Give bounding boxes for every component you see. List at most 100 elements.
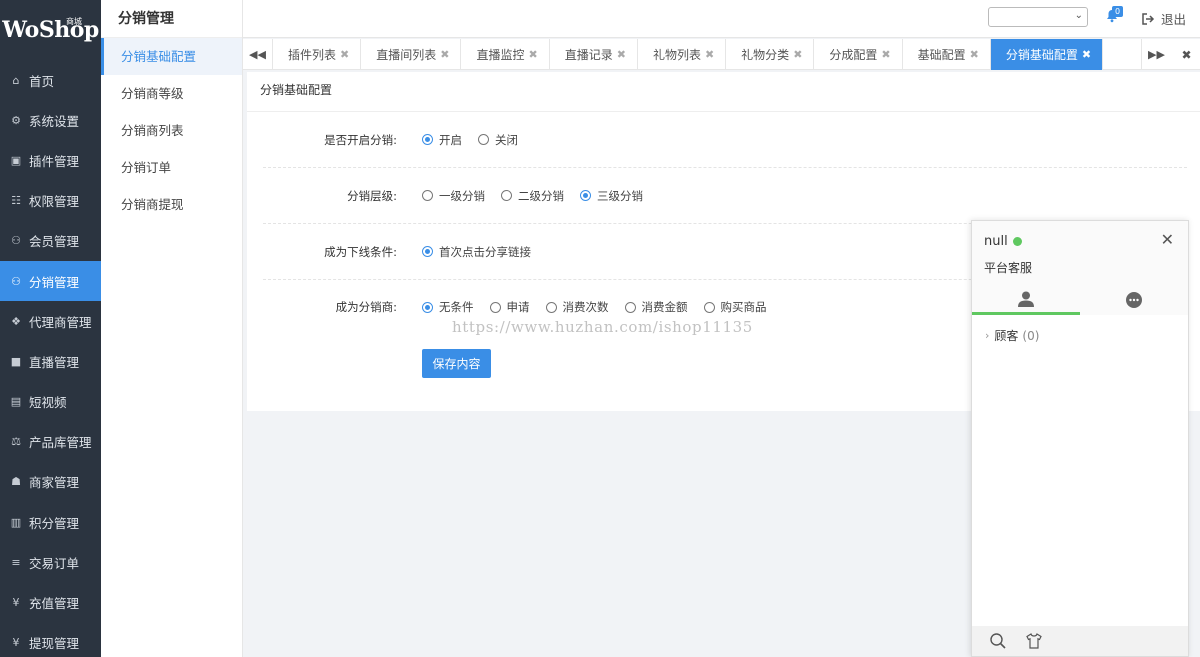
submenu-item[interactable]: 分销商等级 <box>101 75 242 112</box>
shirt-icon[interactable] <box>1025 632 1043 650</box>
tab[interactable]: 分成配置 ✖ <box>814 39 903 70</box>
sidebar-item-label: 代理商管理 <box>29 314 92 330</box>
sidebar-item[interactable]: ⚖ 产品库管理 <box>0 422 101 462</box>
watermark-text: https://www.huzhan.com/ishop11135 <box>452 318 753 336</box>
radio-button[interactable] <box>580 190 591 201</box>
tabs-scroll-left-icon[interactable]: ◀◀ <box>243 39 273 70</box>
submenu-title: 分销管理 <box>101 0 242 38</box>
radio-button[interactable] <box>422 190 433 201</box>
submenu-item[interactable]: 分销基础配置 <box>101 38 242 75</box>
close-icon[interactable]: ✕ <box>1161 230 1174 249</box>
sidebar-item[interactable]: ¥ 充值管理 <box>0 582 101 622</box>
radio-button[interactable] <box>478 134 489 145</box>
radio-button[interactable] <box>422 246 433 257</box>
sidebar-item[interactable]: ⌂ 首页 <box>0 60 101 100</box>
radio-option[interactable]: 无条件 <box>422 299 474 315</box>
save-button[interactable]: 保存内容 <box>422 349 491 378</box>
sidebar-item[interactable]: ⚇ 会员管理 <box>0 221 101 261</box>
tabs-bar: ◀◀ 插件列表 ✖ 直播间列表 ✖ 直播监控 ✖ 直播记录 ✖ 礼物列表 ✖ 礼物分类 ✖ 分成配置 ✖ 基… <box>243 39 1200 70</box>
radio-option[interactable]: 购买商品 <box>703 299 767 315</box>
tab-close-icon[interactable]: ✖ <box>881 48 890 61</box>
radio-option[interactable]: 消费金额 <box>624 299 688 315</box>
radio-option[interactable]: 申请 <box>489 299 530 315</box>
tab-messages[interactable] <box>1080 285 1188 315</box>
sidebar-item-label: 权限管理 <box>29 194 80 210</box>
sidebar-item-label: 交易订单 <box>29 555 80 571</box>
tab[interactable]: 分销基础配置 ✖ <box>990 39 1104 70</box>
radio-button[interactable] <box>422 134 433 145</box>
tab[interactable]: 直播间列表 ✖ <box>361 39 462 70</box>
logout-button[interactable]: 退出 <box>1142 9 1186 28</box>
group-icon: ⚇ <box>11 274 21 288</box>
radio-label: 消费次数 <box>562 300 609 314</box>
radio-button[interactable] <box>489 301 501 313</box>
tab[interactable]: 礼物分类 ✖ <box>726 39 815 70</box>
tab-close-icon[interactable]: ✖ <box>705 48 714 61</box>
sidebar-item[interactable]: ❖ 代理商管理 <box>0 301 101 341</box>
radio-group: 一级分销 二级分销 三级分销 <box>422 188 659 204</box>
sidebar-item-label: 会员管理 <box>29 234 80 250</box>
sidebar-item[interactable]: ▤ 短视频 <box>0 382 101 422</box>
tab[interactable]: 插件列表 ✖ <box>273 39 362 70</box>
radio-option[interactable]: 三级分销 <box>580 188 643 204</box>
sidebar-item[interactable]: ⚙ 系统设置 <box>0 100 101 140</box>
tab[interactable]: 礼物列表 ✖ <box>638 39 727 70</box>
radio-label: 关闭 <box>495 132 518 147</box>
sidebar-item-label: 短视频 <box>29 395 67 411</box>
radio-option[interactable]: 关闭 <box>478 132 518 148</box>
sidebar-item-label: 直播管理 <box>29 354 80 370</box>
tab-close-icon[interactable]: ✖ <box>793 48 802 61</box>
sidebar-item[interactable]: ▣ 插件管理 <box>0 140 101 180</box>
tab-close-icon[interactable]: ✖ <box>528 48 537 61</box>
sidebar-item[interactable]: ☷ 权限管理 <box>0 181 101 221</box>
close-all-tabs-icon[interactable]: ✖ <box>1173 39 1200 70</box>
group-label: 顾客 <box>994 329 1019 343</box>
tab-close-icon[interactable]: ✖ <box>440 48 449 61</box>
radio-button[interactable] <box>624 301 636 313</box>
radio-button[interactable] <box>501 190 512 201</box>
tab[interactable]: 直播记录 ✖ <box>550 39 638 70</box>
tab-close-icon[interactable]: ✖ <box>1082 48 1091 61</box>
notification-badge: 0 <box>1112 6 1124 17</box>
tab-close-icon[interactable]: ✖ <box>970 48 979 61</box>
radio-option[interactable]: 二级分销 <box>501 188 564 204</box>
sidebar-item[interactable]: ▥ 积分管理 <box>0 502 101 542</box>
logo[interactable]: WoShop 商城 <box>0 0 101 60</box>
search-icon[interactable] <box>989 632 1007 650</box>
submenu-item[interactable]: 分销商列表 <box>101 112 242 149</box>
submenu-item[interactable]: 分销商提现 <box>101 186 242 223</box>
tab-close-icon[interactable]: ✖ <box>617 48 626 61</box>
tab[interactable]: 直播监控 ✖ <box>461 39 550 70</box>
sidebar-item-label: 充值管理 <box>29 596 80 612</box>
sidebar-item[interactable]: ☗ 商家管理 <box>0 462 101 502</box>
radio-option[interactable]: 开启 <box>422 132 462 148</box>
tab-close-icon[interactable]: ✖ <box>340 48 349 61</box>
sidebar-item[interactable]: ≡ 交易订单 <box>0 542 101 582</box>
radio-option[interactable]: 首次点击分享链接 <box>422 244 531 260</box>
sidebar-item-label: 提现管理 <box>29 636 80 652</box>
radio-label: 开启 <box>439 132 462 147</box>
top-select[interactable]: ⌄ <box>988 7 1088 27</box>
tab-label: 插件列表 <box>288 48 337 62</box>
contact-group[interactable]: › 顾客 (0) <box>985 327 1175 344</box>
radio-button[interactable] <box>422 301 433 313</box>
radio-option[interactable]: 一级分销 <box>422 188 485 204</box>
form-label: 成为下线条件: <box>324 244 397 259</box>
tab-contacts[interactable] <box>972 285 1080 315</box>
sidebar-item[interactable]: ¥ 提现管理 <box>0 623 101 657</box>
submenu-item[interactable]: 分销订单 <box>101 149 242 186</box>
cubes-icon: ❖ <box>11 314 21 328</box>
sidebar-item[interactable]: ⚇ 分销管理 <box>0 260 101 302</box>
radio-label: 首次点击分享链接 <box>439 244 531 259</box>
tab[interactable]: 基础配置 ✖ <box>903 39 991 70</box>
tab-label: 直播间列表 <box>376 48 437 62</box>
sidebar-item-label: 系统设置 <box>29 113 80 129</box>
tab-label: 直播记录 <box>564 48 613 62</box>
radio-button[interactable] <box>703 301 715 313</box>
sidebar-item-label: 分销管理 <box>29 274 80 290</box>
sidebar-item-label: 首页 <box>29 73 55 89</box>
radio-button[interactable] <box>545 301 557 313</box>
tabs-scroll-right-icon[interactable]: ▶▶ <box>1141 39 1171 70</box>
sidebar-item[interactable]: ■ 直播管理 <box>0 341 101 381</box>
radio-option[interactable]: 消费次数 <box>545 299 609 315</box>
